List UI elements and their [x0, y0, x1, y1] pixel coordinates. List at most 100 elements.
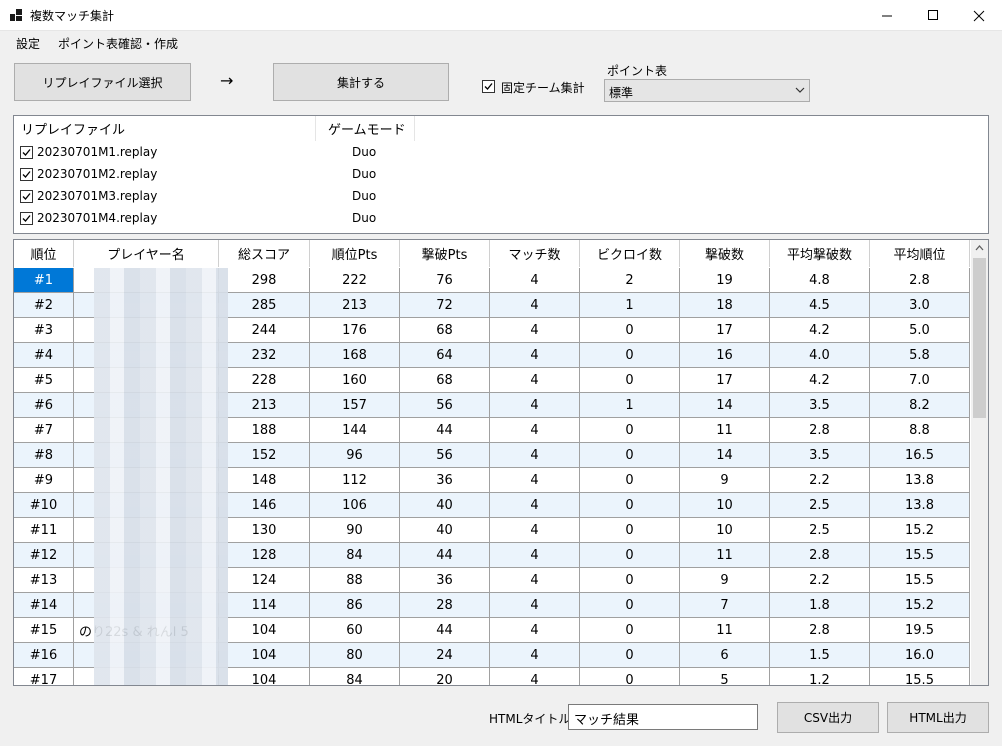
cell-placement-pts[interactable]: 84: [310, 668, 400, 685]
cell-placement-pts[interactable]: 88: [310, 568, 400, 593]
cell-victory-royale-count[interactable]: 1: [580, 393, 680, 418]
points-table-select[interactable]: 標準: [604, 79, 810, 102]
cell-elim-count[interactable]: 11: [680, 543, 770, 568]
cell-elim-pts[interactable]: 24: [400, 643, 490, 668]
cell-elim-count[interactable]: 11: [680, 618, 770, 643]
cell-elim-count[interactable]: 10: [680, 518, 770, 543]
cell-elim-count[interactable]: 14: [680, 393, 770, 418]
header-total-score[interactable]: 総スコア: [219, 240, 310, 267]
cell-rank[interactable]: #10: [14, 493, 74, 518]
cell-avg-placement[interactable]: 5.0: [870, 318, 970, 343]
cell-avg-elims[interactable]: 2.2: [770, 468, 870, 493]
cell-elim-count[interactable]: 9: [680, 468, 770, 493]
table-row[interactable]: #16 104 80 24 4 0 6 1.5 16.0: [14, 643, 970, 668]
cell-match-count[interactable]: 4: [490, 643, 580, 668]
cell-total-score[interactable]: 130: [219, 518, 310, 543]
header-match-count[interactable]: マッチ数: [490, 240, 580, 267]
cell-elim-count[interactable]: 10: [680, 493, 770, 518]
cell-placement-pts[interactable]: 112: [310, 468, 400, 493]
cell-avg-elims[interactable]: 2.8: [770, 543, 870, 568]
header-placement-pts[interactable]: 順位Pts: [310, 240, 400, 267]
cell-rank[interactable]: #12: [14, 543, 74, 568]
cell-rank[interactable]: #6: [14, 393, 74, 418]
cell-player-name[interactable]: [74, 343, 219, 368]
cell-victory-royale-count[interactable]: 0: [580, 543, 680, 568]
cell-elim-count[interactable]: 11: [680, 418, 770, 443]
cell-rank[interactable]: #2: [14, 293, 74, 318]
header-victory-royale-count[interactable]: ビクロイ数: [580, 240, 680, 267]
cell-avg-elims[interactable]: 3.5: [770, 443, 870, 468]
cell-total-score[interactable]: 213: [219, 393, 310, 418]
cell-match-count[interactable]: 4: [490, 343, 580, 368]
cell-avg-placement[interactable]: 19.5: [870, 618, 970, 643]
table-row[interactable]: #17 104 84 20 4 0 5 1.2 15.5: [14, 668, 970, 685]
cell-placement-pts[interactable]: 213: [310, 293, 400, 318]
cell-elim-pts[interactable]: 20: [400, 668, 490, 685]
cell-rank[interactable]: #9: [14, 468, 74, 493]
cell-elim-count[interactable]: 18: [680, 293, 770, 318]
cell-total-score[interactable]: 232: [219, 343, 310, 368]
cell-total-score[interactable]: 146: [219, 493, 310, 518]
cell-placement-pts[interactable]: 90: [310, 518, 400, 543]
cell-rank[interactable]: #11: [14, 518, 74, 543]
cell-victory-royale-count[interactable]: 0: [580, 493, 680, 518]
cell-player-name[interactable]: [74, 518, 219, 543]
cell-placement-pts[interactable]: 86: [310, 593, 400, 618]
cell-player-name[interactable]: [74, 368, 219, 393]
cell-avg-placement[interactable]: 7.0: [870, 368, 970, 393]
cell-elim-pts[interactable]: 44: [400, 418, 490, 443]
cell-placement-pts[interactable]: 222: [310, 268, 400, 293]
csv-export-button[interactable]: CSV出力: [777, 702, 879, 733]
cell-match-count[interactable]: 4: [490, 568, 580, 593]
scroll-up-icon[interactable]: [971, 240, 988, 256]
table-row[interactable]: #10 146 106 40 4 0 10 2.5 13.8: [14, 493, 970, 518]
cell-avg-placement[interactable]: 8.2: [870, 393, 970, 418]
select-replay-button[interactable]: リプレイファイル選択: [14, 63, 191, 101]
cell-player-name[interactable]: [74, 318, 219, 343]
cell-total-score[interactable]: 124: [219, 568, 310, 593]
cell-match-count[interactable]: 4: [490, 518, 580, 543]
cell-placement-pts[interactable]: 84: [310, 543, 400, 568]
header-avg-placement[interactable]: 平均順位: [870, 240, 970, 267]
cell-total-score[interactable]: 188: [219, 418, 310, 443]
cell-avg-elims[interactable]: 3.5: [770, 393, 870, 418]
cell-match-count[interactable]: 4: [490, 618, 580, 643]
cell-victory-royale-count[interactable]: 2: [580, 268, 680, 293]
cell-rank[interactable]: #14: [14, 593, 74, 618]
cell-avg-elims[interactable]: 2.5: [770, 518, 870, 543]
cell-total-score[interactable]: 148: [219, 468, 310, 493]
cell-elim-pts[interactable]: 40: [400, 493, 490, 518]
replay-file-list[interactable]: リプレイファイル ゲームモード 20230701M1.replay Duo 2023…: [13, 115, 989, 234]
cell-player-name[interactable]: [74, 468, 219, 493]
cell-avg-placement[interactable]: 15.2: [870, 593, 970, 618]
menu-points-table[interactable]: ポイント表確認・作成: [58, 35, 178, 52]
cell-elim-count[interactable]: 7: [680, 593, 770, 618]
cell-victory-royale-count[interactable]: 0: [580, 418, 680, 443]
vertical-scrollbar[interactable]: [971, 240, 988, 685]
cell-avg-elims[interactable]: 4.5: [770, 293, 870, 318]
cell-elim-count[interactable]: 9: [680, 568, 770, 593]
cell-player-name[interactable]: [74, 493, 219, 518]
table-row[interactable]: #3 244 176 68 4 0 17 4.2 5.0: [14, 318, 970, 343]
header-avg-elims[interactable]: 平均撃破数: [770, 240, 870, 267]
cell-victory-royale-count[interactable]: 0: [580, 668, 680, 685]
cell-placement-pts[interactable]: 60: [310, 618, 400, 643]
cell-avg-placement[interactable]: 15.5: [870, 543, 970, 568]
cell-player-name[interactable]: [74, 543, 219, 568]
replay-checkbox[interactable]: [20, 212, 33, 225]
cell-avg-placement[interactable]: 13.8: [870, 468, 970, 493]
cell-avg-elims[interactable]: 4.8: [770, 268, 870, 293]
cell-elim-pts[interactable]: 72: [400, 293, 490, 318]
cell-placement-pts[interactable]: 176: [310, 318, 400, 343]
header-rank[interactable]: 順位: [14, 240, 74, 267]
cell-elim-pts[interactable]: 64: [400, 343, 490, 368]
cell-total-score[interactable]: 114: [219, 593, 310, 618]
cell-match-count[interactable]: 4: [490, 268, 580, 293]
cell-avg-elims[interactable]: 2.8: [770, 618, 870, 643]
cell-placement-pts[interactable]: 106: [310, 493, 400, 518]
results-grid[interactable]: 順位 プレイヤー名 総スコア 順位Pts 撃破Pts マッチ数 ビクロイ数 撃破数 平均撃破数平…: [13, 239, 989, 686]
cell-avg-placement[interactable]: 13.8: [870, 493, 970, 518]
table-row[interactable]: #11 130 90 40 4 0 10 2.5 15.2: [14, 518, 970, 543]
cell-victory-royale-count[interactable]: 0: [580, 618, 680, 643]
cell-rank[interactable]: #13: [14, 568, 74, 593]
